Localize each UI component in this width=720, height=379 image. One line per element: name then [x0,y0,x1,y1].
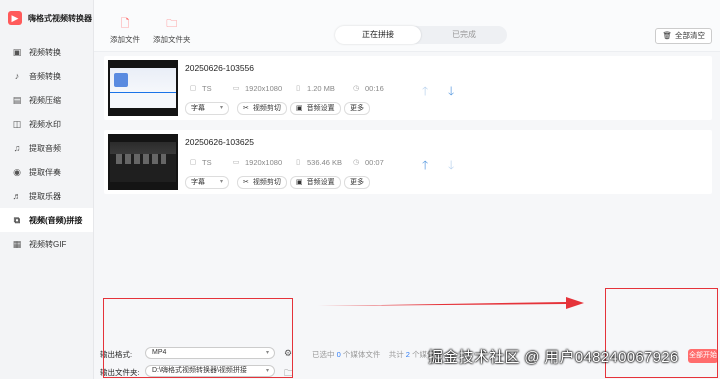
sidebar-nav: ▣ 视频转换 ♪ 音频转换 ▤ 视频压缩 ◫ 视频水印 ♫ 提取音频 ◉ 提取伴奏 ♬ 提取乐… [0,40,93,256]
audio-settings-button[interactable]: ▣ 音频设置 [290,176,341,189]
video-thumbnail [108,60,178,116]
status-tabs: 正在拼接 已完成 [335,26,507,44]
chevron-down-icon: ▾ [219,179,223,185]
gif-icon: ▦ [12,239,22,249]
sidebar-item-extract-accompaniment[interactable]: ◉ 提取伴奏 [0,160,93,184]
annotation-box-output [103,298,293,378]
move-down-icon[interactable]: 🡓 [448,82,454,103]
video-clip-button[interactable]: ✂ 视频剪切 [237,176,287,189]
duration-info: ◷ 00:16 [352,84,384,93]
sidebar-item-watermark[interactable]: ◫ 视频水印 [0,112,93,136]
resolution-info: ▭ 1920x1080 [232,84,283,93]
sidebar-item-label: 视频(音频)拼接 [29,215,83,225]
audio-settings-icon: ▣ [296,179,303,186]
trash-icon: 🗑 [662,31,672,40]
size-icon: ▯ [296,158,300,166]
audio-convert-icon: ♪ [14,71,20,81]
more-button[interactable]: 更多 [344,176,370,189]
resolution-icon: ▭ [232,158,240,166]
watermark-icon: ◫ [12,119,22,129]
video-compress-icon: ▤ [12,95,22,105]
move-down-icon[interactable]: 🡓 [448,156,454,177]
add-folder-label: 添加文件夹 [153,35,191,44]
move-up-icon[interactable]: 🡑 [422,82,428,103]
video-thumbnail [108,134,178,190]
tab-merging[interactable]: 正在拼接 [335,26,421,44]
add-file-button[interactable]: 🗋 添加文件 [110,18,140,45]
sidebar-item-extract-audio[interactable]: ♫ 提取音频 [0,136,93,160]
file-name: 20250626-103556 [185,63,255,73]
audio-settings-button[interactable]: ▣ 音频设置 [290,102,341,115]
toolbar: 🗋 添加文件 🗀 添加文件夹 正在拼接 已完成 🗑 全部清空 [94,0,720,52]
sidebar-item-label: 提取伴奏 [29,167,61,177]
tab-completed[interactable]: 已完成 [421,26,507,44]
sidebar-item-label: 视频水印 [29,119,61,129]
sidebar-item-label: 视频转换 [29,47,61,57]
sidebar-item-merge[interactable]: ⧉ 视频(音频)拼接 [0,208,93,232]
sidebar-item-audio-convert[interactable]: ♪ 音频转换 [0,64,93,88]
add-folder-button[interactable]: 🗀 添加文件夹 [153,18,191,45]
add-file-label: 添加文件 [110,35,140,44]
sidebar-item-video-convert[interactable]: ▣ 视频转换 [0,40,93,64]
file-name: 20250626-103625 [185,137,255,147]
duration-info: ◷ 00:07 [352,158,384,167]
size-info: ▯ 1.20 MB [294,84,335,93]
sidebar-item-gif[interactable]: ▦ 视频转GIF [0,232,93,256]
file-row[interactable]: 20250626-103556 ▢ TS ▭ 1920x1080 ▯ 1.20 MB … [104,56,712,120]
file-row[interactable]: 20250626-103625 ▢ TS ▭ 1920x1080 ▯ 536.46 K… [104,130,712,194]
more-button[interactable]: 更多 [344,102,370,115]
sidebar: ▶ 嗨格式视频转换器 ▣ 视频转换 ♪ 音频转换 ▤ 视频压缩 ◫ 视频水印 ♫ 提取音频… [0,0,94,379]
move-up-icon[interactable]: 🡑 [422,156,428,177]
app-logo-icon: ▶ [8,11,22,25]
extract-audio-icon: ♫ [13,143,21,153]
sidebar-item-video-compress[interactable]: ▤ 视频压缩 [0,88,93,112]
subtitle-select[interactable]: 字幕 ▾ [185,102,229,115]
clear-all-button[interactable]: 🗑 全部清空 [655,28,712,44]
format-info: ▢ TS [189,84,212,93]
sidebar-item-extract-instrument[interactable]: ♬ 提取乐器 [0,184,93,208]
sidebar-item-label: 提取音频 [29,143,61,153]
format-icon: ▢ [189,158,197,166]
resolution-info: ▭ 1920x1080 [232,158,283,167]
extract-accompaniment-icon: ◉ [13,167,21,177]
merge-icon: ⧉ [13,215,21,225]
video-convert-icon: ▣ [12,47,22,57]
sidebar-item-label: 音频转换 [29,71,61,81]
video-clip-button[interactable]: ✂ 视频剪切 [237,102,287,115]
add-folder-icon: 🗀 [166,18,178,30]
scissors-icon: ✂ [243,105,249,112]
app-title: 嗨格式视频转换器 [28,13,92,23]
clock-icon: ◷ [352,84,360,92]
subtitle-select[interactable]: 字幕 ▾ [185,176,229,189]
sidebar-item-label: 视频转GIF [29,239,67,249]
size-icon: ▯ [296,84,300,92]
chevron-down-icon: ▾ [219,105,223,111]
resolution-icon: ▭ [232,84,240,92]
instrument-icon: ♬ [12,191,22,201]
sidebar-item-label: 视频压缩 [29,95,61,105]
format-info: ▢ TS [189,158,212,167]
brand: ▶ 嗨格式视频转换器 [0,0,93,36]
audio-settings-icon: ▣ [296,105,303,112]
clear-all-label: 全部清空 [675,31,705,40]
scissors-icon: ✂ [243,179,249,186]
size-info: ▯ 536.46 KB [294,158,342,167]
sidebar-item-label: 提取乐器 [29,191,61,201]
format-icon: ▢ [189,84,197,92]
selection-summary: 已选中 0 个媒体文件 共计 2 个媒体 [312,350,435,359]
watermark-text: 掘金技术社区 @ 用户048240067926 [428,349,679,366]
clock-icon: ◷ [352,158,360,166]
add-file-icon: 🗋 [120,18,130,30]
